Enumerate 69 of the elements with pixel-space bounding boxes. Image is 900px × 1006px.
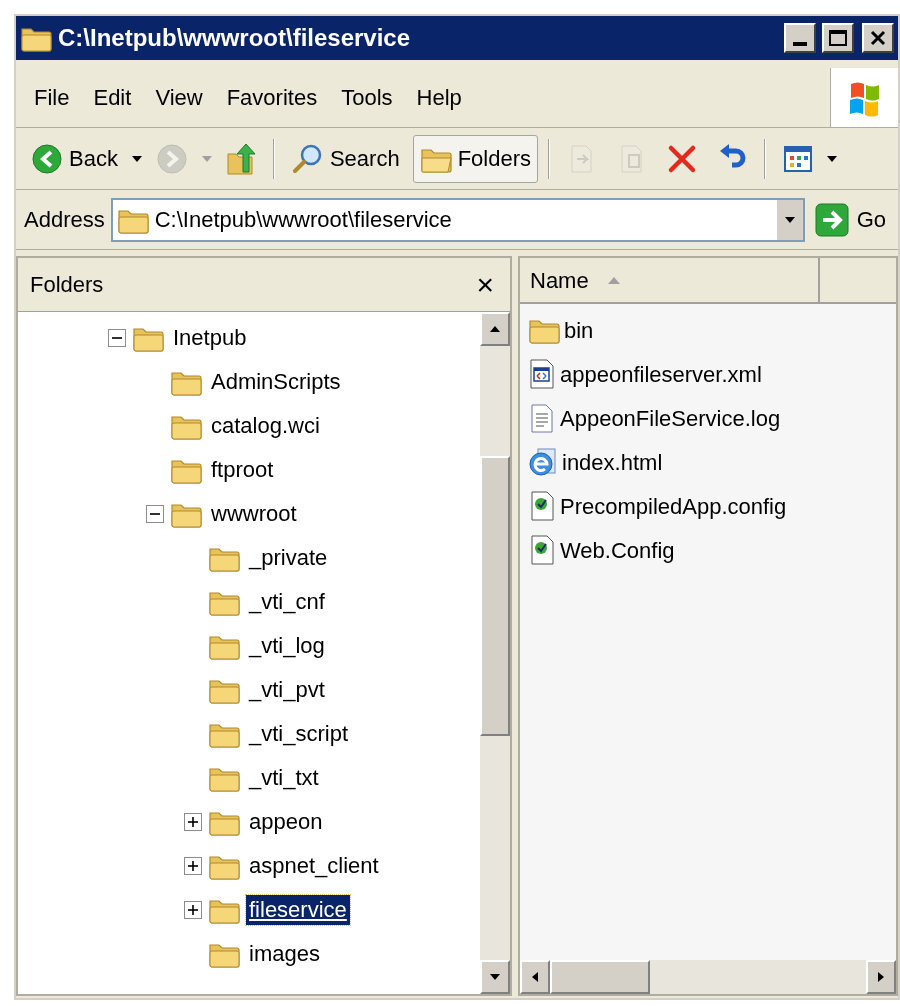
tree-item[interactable]: appeon (246, 807, 326, 837)
tree-item[interactable]: _private (246, 543, 331, 573)
menu-item[interactable]: Help (408, 81, 470, 114)
search-icon (291, 142, 324, 175)
expand-icon[interactable] (184, 901, 202, 919)
dropdown-caret-icon (783, 215, 796, 224)
pane-title: Folders (30, 271, 105, 299)
views-icon (783, 143, 813, 174)
xml-file-icon (528, 358, 556, 390)
column-header[interactable]: Name (520, 258, 820, 304)
scrollbar-thumb[interactable] (480, 456, 510, 736)
tree-item[interactable]: ftproot (208, 455, 277, 485)
folder-up-icon (225, 141, 256, 176)
tree-item[interactable]: AdminScripts (208, 367, 344, 397)
tree-item[interactable]: _vti_cnf (246, 587, 328, 617)
window-title: C:\Inetpub\wwwroot\fileservice (58, 23, 412, 53)
close-icon (870, 30, 886, 46)
dropdown-caret-icon[interactable] (130, 154, 143, 163)
menu-item[interactable]: Tools (333, 81, 401, 114)
collapse-icon[interactable] (146, 505, 164, 523)
scroll-right-icon[interactable] (877, 971, 885, 983)
config-file-icon (528, 534, 556, 566)
maximize-button[interactable] (822, 23, 854, 53)
tree-item[interactable]: fileservice (246, 895, 350, 925)
go-button[interactable]: Go (810, 197, 890, 242)
scroll-left-icon[interactable] (531, 971, 539, 983)
toolbar-button[interactable]: Search (284, 134, 407, 183)
close-pane-button[interactable]: × (472, 269, 498, 300)
menu-item[interactable]: Edit (85, 81, 140, 114)
tree-item[interactable]: Inetpub (170, 323, 250, 353)
minimize-button[interactable] (784, 23, 816, 53)
scroll-up-icon[interactable] (489, 325, 501, 333)
text-file-icon (528, 402, 556, 434)
file-name[interactable]: PrecompiledApp.config (560, 489, 787, 523)
address-label: Address (24, 206, 105, 234)
tree-item[interactable]: aspnet_client (246, 851, 382, 881)
tree-item[interactable]: catalog.wci (208, 411, 323, 441)
toolbar-button[interactable]: Back (24, 134, 125, 183)
file-name[interactable]: Web.Config (560, 533, 675, 567)
collapse-icon[interactable] (108, 329, 126, 347)
tree-item[interactable]: wwwroot (208, 499, 300, 529)
tree-item[interactable]: _vti_script (246, 719, 352, 749)
menu-item[interactable]: File (26, 81, 78, 114)
scroll-down-icon[interactable] (489, 973, 501, 981)
file-name[interactable]: bin (564, 313, 594, 347)
dropdown-caret-icon[interactable] (826, 154, 838, 163)
tree-item[interactable]: _vti_txt (246, 763, 322, 793)
minimize-icon (793, 42, 807, 46)
menu-item[interactable]: Favorites (218, 81, 326, 114)
tree-item[interactable]: _vti_pvt (246, 675, 328, 705)
web-page-icon (528, 446, 558, 478)
address-field[interactable]: C:\Inetpub\wwwroot\fileservice (110, 197, 805, 242)
address-dropdown-button[interactable] (774, 199, 803, 240)
expand-icon[interactable] (184, 857, 202, 875)
config-file-icon (528, 490, 556, 522)
maximize-icon (829, 30, 847, 46)
file-name[interactable]: index.html (562, 445, 663, 479)
horizontal-scrollbar[interactable] (520, 960, 896, 994)
scrollbar-thumb[interactable] (550, 960, 650, 994)
file-name[interactable]: appeonfileserver.xml (560, 357, 762, 391)
vertical-scrollbar[interactable] (480, 312, 510, 994)
expand-icon[interactable] (184, 813, 202, 831)
close-button[interactable] (862, 23, 894, 53)
tree-item[interactable]: images (246, 939, 323, 969)
toolbar-button[interactable]: Folders (412, 134, 538, 183)
tree-item[interactable]: _vti_log (246, 631, 328, 661)
file-name[interactable]: AppeonFileService.log (560, 401, 781, 435)
sort-arrow-icon (606, 275, 621, 285)
menu-item[interactable]: View (147, 81, 211, 114)
